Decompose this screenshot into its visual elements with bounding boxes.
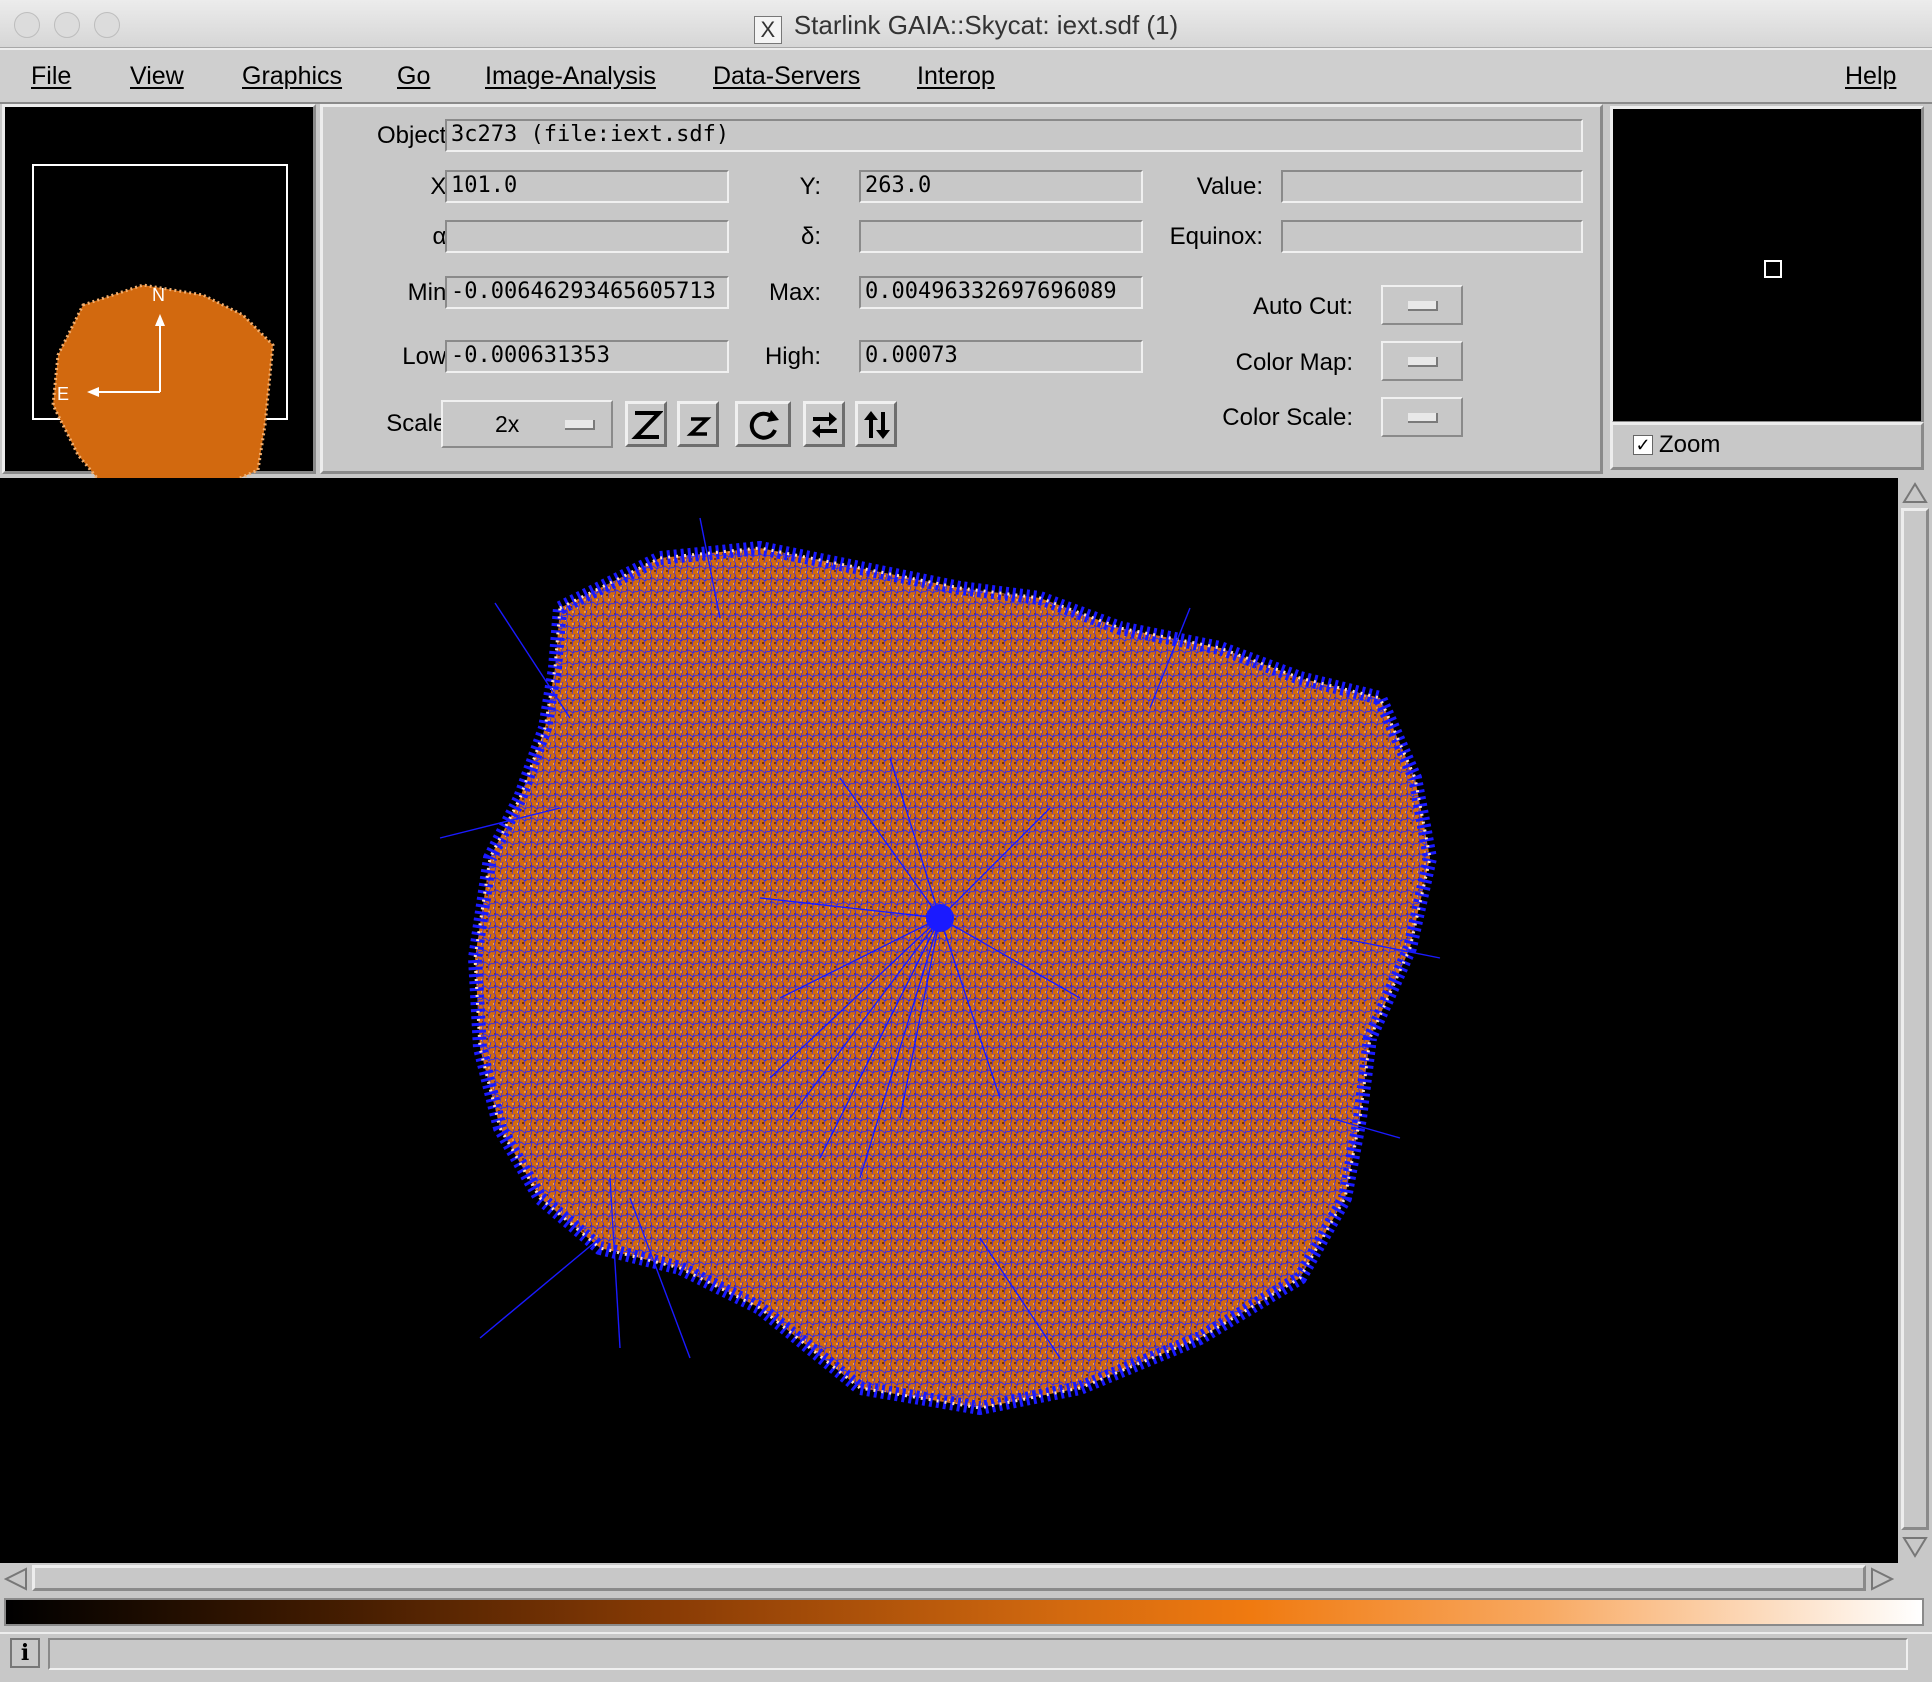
- rotate-icon: [749, 410, 779, 440]
- x-field[interactable]: 101.0: [445, 170, 729, 203]
- min-label: Min:: [407, 279, 453, 306]
- scroll-left-arrow-icon[interactable]: [4, 1567, 28, 1591]
- rotate-button[interactable]: [735, 401, 791, 447]
- window-title: Starlink GAIA::Skycat: iext.sdf (1): [793, 10, 1179, 40]
- colorbar[interactable]: [4, 1598, 1924, 1626]
- zoom-in-button[interactable]: [625, 401, 667, 447]
- scroll-down-arrow-icon[interactable]: [1902, 1536, 1928, 1558]
- color-map-label: Color Map:: [1235, 349, 1353, 376]
- status-bar: i: [0, 1632, 1932, 1682]
- menu-go[interactable]: Go: [397, 62, 430, 91]
- color-scale-menu[interactable]: [1381, 397, 1463, 437]
- menu-image-analysis[interactable]: Image-Analysis: [485, 62, 656, 91]
- menu-view[interactable]: View: [130, 62, 184, 91]
- color-map-menu[interactable]: [1381, 341, 1463, 381]
- menu-bar: File View Graphics Go Image-Analysis Dat…: [0, 48, 1932, 104]
- status-message-field: [48, 1638, 1908, 1670]
- color-scale-label: Color Scale:: [1222, 404, 1353, 431]
- scale-value: 2x: [495, 411, 520, 437]
- compass-icon: [87, 314, 165, 397]
- compass-north-label: N: [152, 285, 165, 305]
- scale-menu[interactable]: 2x: [441, 400, 613, 448]
- menu-interop[interactable]: Interop: [917, 62, 995, 91]
- high-label: High:: [764, 343, 821, 370]
- auto-cut-label: Auto Cut:: [1252, 293, 1353, 320]
- compass-east-label: E: [57, 384, 70, 404]
- min-field[interactable]: -0.00646293465605713: [445, 276, 729, 309]
- y-label: Y:: [799, 173, 821, 200]
- scroll-up-arrow-icon[interactable]: [1902, 482, 1928, 504]
- flip-y-button[interactable]: [855, 401, 897, 447]
- max-label: Max:: [768, 279, 821, 306]
- menu-data-servers[interactable]: Data-Servers: [713, 62, 860, 91]
- auto-cut-menu[interactable]: [1381, 285, 1463, 325]
- x-label: X:: [430, 173, 453, 200]
- magnifier-view: [1610, 106, 1924, 424]
- value-field[interactable]: [1281, 170, 1583, 203]
- menu-help[interactable]: Help: [1845, 62, 1896, 91]
- info-icon[interactable]: i: [10, 1638, 40, 1668]
- zoom-checkbox[interactable]: ✓: [1633, 435, 1653, 455]
- zoom-out-icon: [686, 417, 712, 436]
- vertical-scrollbar[interactable]: [1898, 478, 1932, 1563]
- dec-field[interactable]: [859, 220, 1143, 253]
- window-titlebar: X Starlink GAIA::Skycat: iext.sdf (1): [0, 0, 1932, 48]
- max-field[interactable]: 0.00496332697696089: [859, 276, 1143, 309]
- astronomical-image: [439, 517, 1441, 1416]
- equinox-field[interactable]: [1281, 220, 1583, 253]
- object-field[interactable]: 3c273 (file:iext.sdf): [445, 119, 1583, 152]
- value-label: Value:: [1196, 173, 1263, 200]
- magnifier-panel: ✓ Zoom: [1606, 104, 1932, 474]
- zoom-in-icon: [631, 411, 663, 439]
- x11-logo-icon: X: [753, 16, 782, 44]
- zoom-label: Zoom: [1659, 431, 1721, 458]
- menu-graphics[interactable]: Graphics: [242, 62, 342, 91]
- info-panel: Object: 3c273 (file:iext.sdf) X: 101.0 Y…: [320, 104, 1603, 474]
- horizontal-scroll-thumb[interactable]: [32, 1565, 1866, 1591]
- scale-label: Scale:: [386, 410, 453, 437]
- zoom-toggle-row: ✓ Zoom: [1610, 422, 1924, 470]
- ra-field[interactable]: [445, 220, 729, 253]
- flip-x-icon: [812, 412, 837, 438]
- dec-label: δ:: [800, 223, 821, 250]
- panner-panel: N E: [2, 104, 316, 507]
- magnifier-cursor: [1764, 260, 1782, 278]
- y-field[interactable]: 263.0: [859, 170, 1143, 203]
- horizontal-scrollbar[interactable]: [0, 1563, 1898, 1593]
- menu-file[interactable]: File: [31, 62, 71, 91]
- equinox-label: Equinox:: [1169, 223, 1263, 250]
- main-image-canvas[interactable]: [0, 478, 1898, 1563]
- zoom-out-button[interactable]: [677, 401, 719, 447]
- vertical-scroll-thumb[interactable]: [1901, 508, 1929, 1530]
- scroll-right-arrow-icon[interactable]: [1870, 1567, 1894, 1591]
- flip-x-button[interactable]: [803, 401, 845, 447]
- ra-label: α:: [432, 223, 453, 250]
- low-label: Low:: [402, 343, 453, 370]
- low-field[interactable]: -0.000631353: [445, 340, 729, 373]
- object-label: Object:: [376, 122, 453, 149]
- flip-y-icon: [864, 411, 890, 439]
- high-field[interactable]: 0.00073: [859, 340, 1143, 373]
